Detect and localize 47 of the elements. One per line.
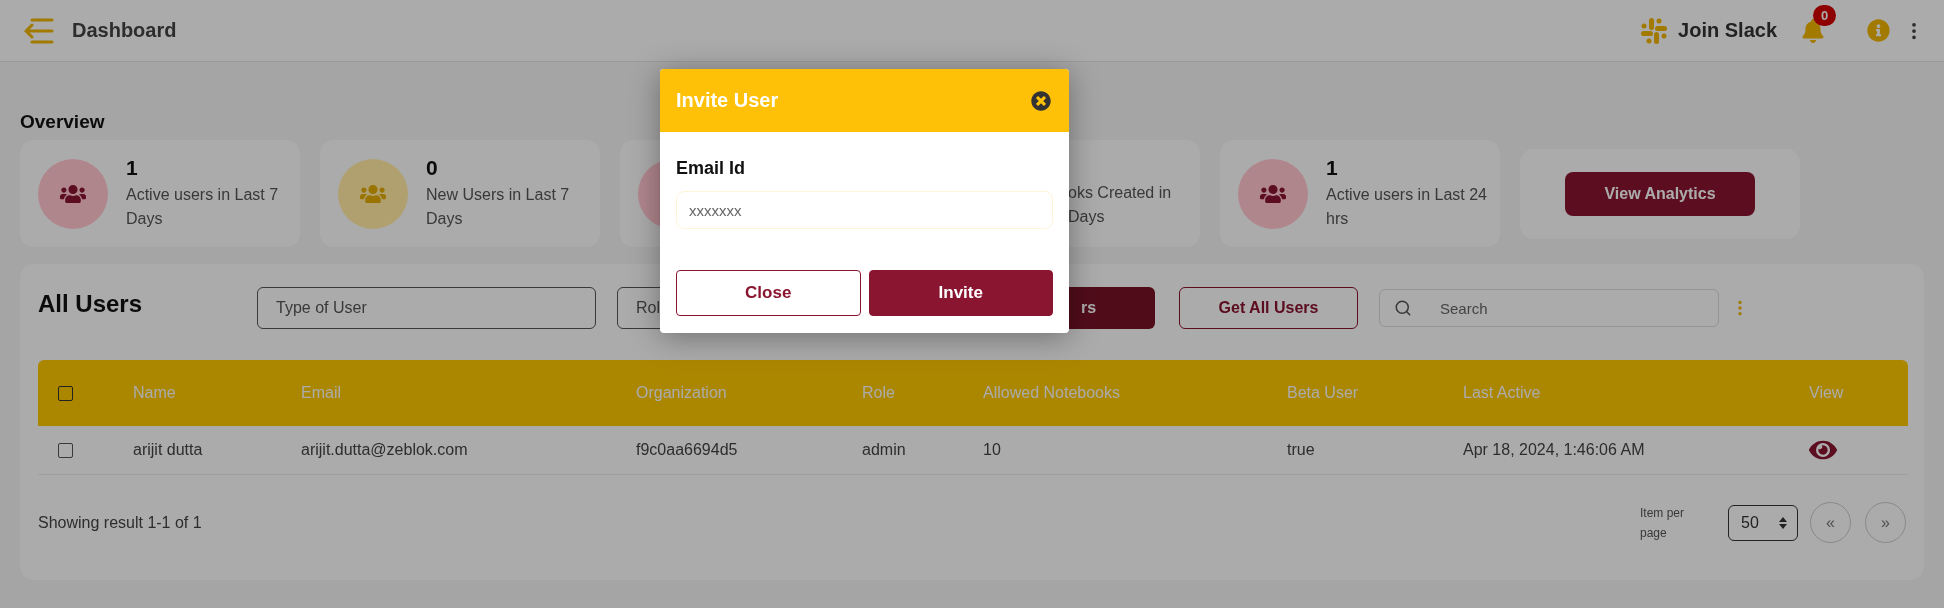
stat-label: Active users in Last 24 hrs <box>1326 185 1487 229</box>
stat-value: 0 <box>426 156 439 180</box>
table-cell: arijit.dutta@zeblok.com <box>301 441 468 459</box>
bell-icon[interactable] <box>1801 18 1825 43</box>
table-cell: f9c0aa6694d5 <box>636 441 738 459</box>
field-label: Email Id <box>676 158 747 179</box>
page-size-select[interactable]: 50 <box>1728 504 1798 541</box>
result-summary: Showing result 1-1 of 1 <box>38 513 203 532</box>
email-field[interactable]: xxxxxxx <box>676 191 1053 229</box>
header-cell: Role <box>842 360 963 426</box>
table-cell: 10 <box>983 441 1001 459</box>
sort-icon <box>1779 516 1787 529</box>
stat-label: New Users in Last 7 Days <box>426 185 570 229</box>
header-cell: Last Active <box>1443 360 1789 426</box>
stat-value: 1 <box>1326 156 1339 180</box>
table-cell: Apr 18, 2024, 1:46:06 AM <box>1463 441 1645 459</box>
stat-label: Active users in Last 7 Days <box>126 185 279 229</box>
dialog-title: Invite User <box>676 89 779 112</box>
panel-title: All Users <box>38 290 144 318</box>
checkbox[interactable] <box>58 385 73 401</box>
previous-page-button[interactable]: « <box>1810 502 1851 543</box>
join-slack-link[interactable]: Join Slack <box>1678 19 1777 42</box>
filter-field[interactable]: Type of User <box>257 287 596 329</box>
header-cell: Beta User <box>1267 360 1443 426</box>
per-page-label: Item per page <box>1640 504 1685 542</box>
get-all-users-button[interactable]: Get All Users <box>1179 287 1358 329</box>
stat-value: 1 <box>126 156 139 180</box>
notification-badge: 0 <box>1813 4 1837 26</box>
section-title: Overview <box>20 111 106 133</box>
stat-label: oks Created in Days <box>1068 182 1172 227</box>
invite-button[interactable]: Invite <box>868 270 1053 316</box>
close-button[interactable]: Close <box>676 270 861 316</box>
table-cell: admin <box>862 441 906 459</box>
view-analytics-button[interactable]: View Analytics <box>1565 171 1755 216</box>
table-cell: arijit dutta <box>133 441 203 459</box>
header-cell: Organization <box>616 360 842 426</box>
header-cell: Email <box>281 360 616 426</box>
page-title: Dashboard <box>72 19 178 42</box>
search-icon <box>1394 299 1412 317</box>
close-icon[interactable] <box>1031 90 1051 111</box>
next-page-button[interactable]: » <box>1865 502 1906 543</box>
header-cell: View <box>1789 360 1908 426</box>
table-cell: true <box>1287 441 1315 459</box>
header-cell: Allowed Notebooks <box>963 360 1267 426</box>
checkbox[interactable] <box>58 442 73 458</box>
header-cell: Name <box>113 360 281 426</box>
search-field[interactable]: Search <box>1379 289 1719 327</box>
